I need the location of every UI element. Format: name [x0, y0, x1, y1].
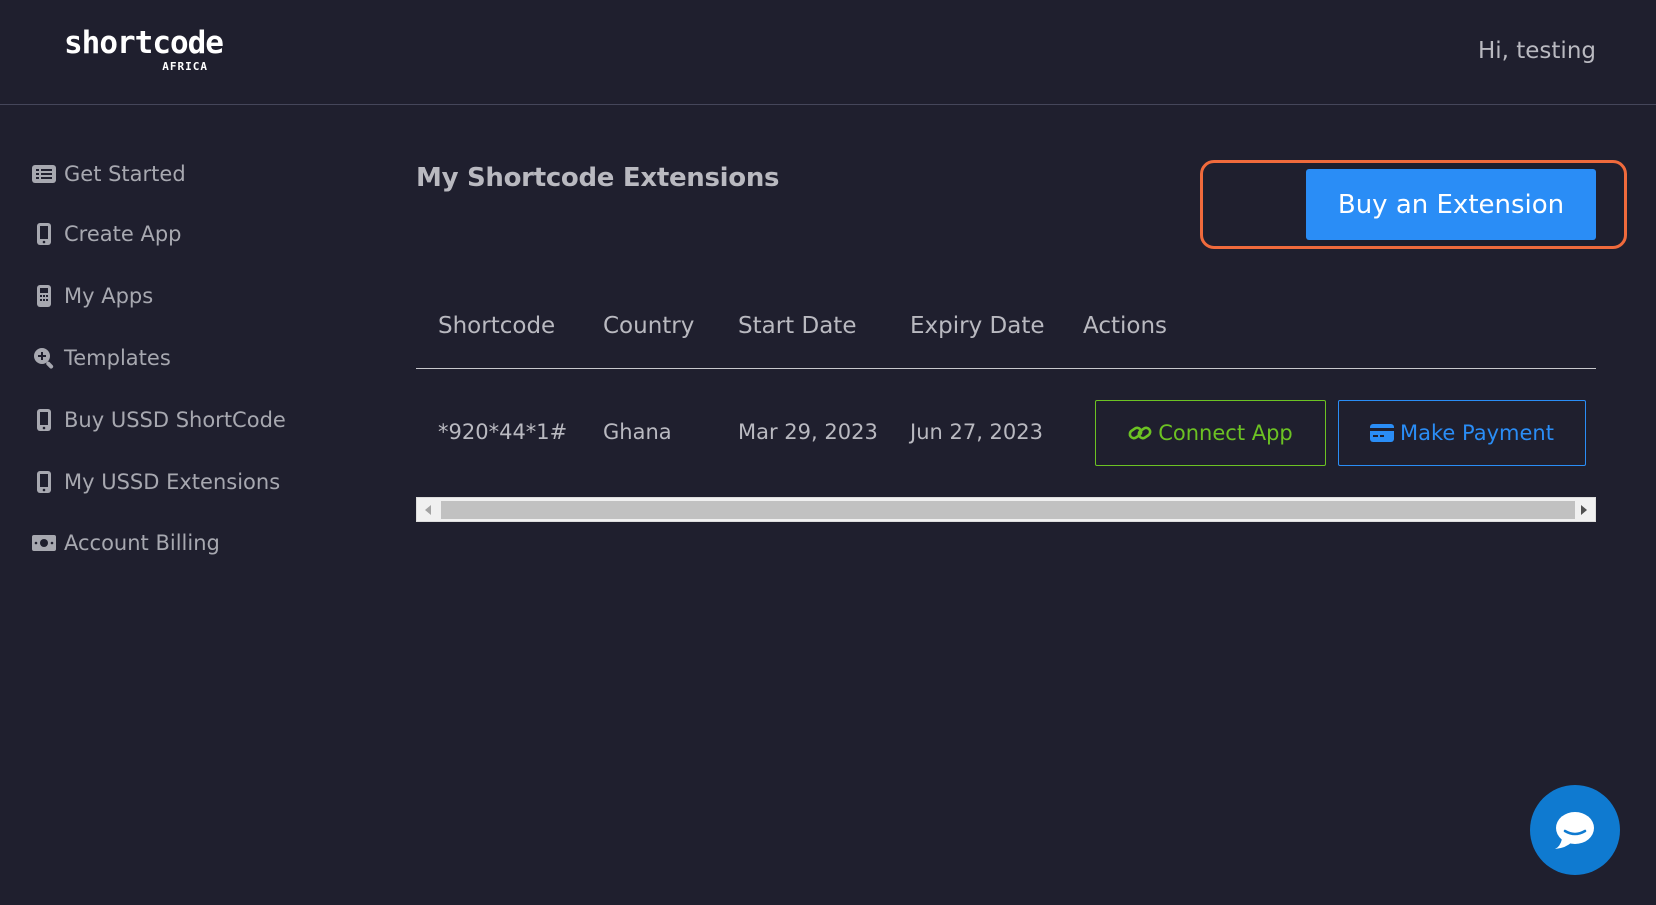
- buy-extension-button[interactable]: Buy an Extension: [1306, 169, 1596, 240]
- sidebar-item-label: Get Started: [64, 162, 186, 186]
- sidebar-item-account-billing[interactable]: Account Billing: [32, 526, 220, 560]
- scroll-right-arrow-icon[interactable]: [1573, 498, 1595, 521]
- sidebar-item-my-apps[interactable]: My Apps: [32, 279, 153, 313]
- connect-app-label: Connect App: [1158, 421, 1293, 445]
- sidebar-item-label: Create App: [64, 222, 182, 246]
- top-bar: shortcode AFRICA Hi, testing: [0, 0, 1656, 105]
- sidebar-item-label: Account Billing: [64, 531, 220, 555]
- scrollbar-thumb[interactable]: [441, 501, 1575, 519]
- cell-shortcode: *920*44*1#: [438, 420, 568, 444]
- make-payment-label: Make Payment: [1400, 421, 1554, 445]
- logo-subtext: AFRICA: [162, 60, 208, 73]
- chat-widget-button[interactable]: [1530, 785, 1620, 875]
- cell-expiry-date: Jun 27, 2023: [910, 420, 1044, 444]
- sidebar-item-get-started[interactable]: Get Started: [32, 157, 186, 191]
- sidebar-item-label: My Apps: [64, 284, 154, 308]
- column-header-expiry-date[interactable]: Expiry Date: [910, 313, 1045, 339]
- list-icon: [32, 162, 56, 186]
- sidebar-item-my-ussd-extensions[interactable]: My USSD Extensions: [32, 465, 280, 499]
- sidebar-item-label: Buy USSD ShortCode: [64, 408, 286, 432]
- shortcode-africa-logo[interactable]: shortcode AFRICA: [64, 26, 224, 76]
- sidebar-item-templates[interactable]: Templates: [32, 341, 171, 375]
- column-header-country[interactable]: Country: [603, 313, 694, 339]
- cell-start-date: Mar 29, 2023: [738, 420, 878, 444]
- calculator-icon: [32, 284, 56, 308]
- money-bill-icon: [32, 531, 56, 555]
- logo-text: shortcode: [64, 25, 224, 61]
- page-title: My Shortcode Extensions: [416, 163, 780, 193]
- sidebar-item-label: My USSD Extensions: [64, 470, 281, 494]
- chat-icon: [1555, 812, 1594, 849]
- connect-app-button[interactable]: Connect App: [1095, 400, 1326, 466]
- sidebar-item-create-app[interactable]: Create App: [32, 217, 181, 251]
- table-header-row: Shortcode Country Start Date Expiry Date…: [416, 300, 1596, 369]
- column-header-shortcode[interactable]: Shortcode: [438, 313, 555, 339]
- link-icon: [1128, 426, 1152, 440]
- user-greeting[interactable]: Hi, testing: [1478, 38, 1596, 64]
- scroll-left-arrow-icon[interactable]: [417, 498, 439, 521]
- column-header-actions[interactable]: Actions: [1083, 313, 1167, 339]
- sidebar-item-label: Templates: [64, 346, 171, 370]
- mobile-icon: [32, 408, 56, 432]
- cell-country: Ghana: [603, 420, 672, 444]
- mobile-icon: [32, 470, 56, 494]
- make-payment-button[interactable]: Make Payment: [1338, 400, 1586, 466]
- search-plus-icon: [32, 346, 56, 370]
- table-horizontal-scrollbar[interactable]: [416, 497, 1596, 522]
- column-header-start-date[interactable]: Start Date: [738, 313, 856, 339]
- mobile-icon: [32, 222, 56, 246]
- sidebar-item-buy-ussd-shortcode[interactable]: Buy USSD ShortCode: [32, 403, 286, 437]
- credit-card-icon: [1370, 424, 1395, 442]
